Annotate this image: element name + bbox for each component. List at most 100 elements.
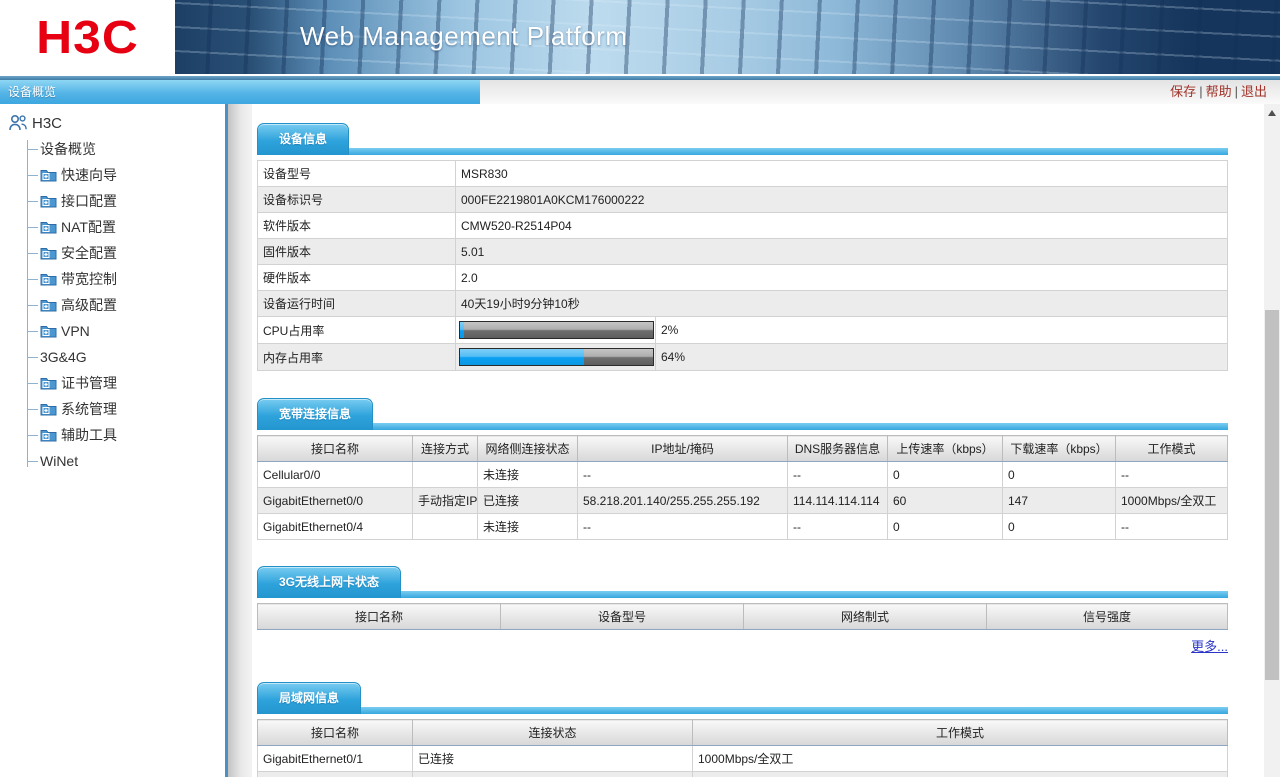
- sidebar-item-label: 接口配置: [61, 193, 117, 209]
- cell: --: [577, 513, 788, 540]
- tab-device-info: 设备信息: [257, 123, 350, 155]
- column-header: IP地址/掩码: [577, 435, 788, 462]
- cell: 114.114.114.114: [787, 487, 888, 514]
- folder-plus-icon: [40, 299, 57, 311]
- field-label: 设备型号: [257, 160, 456, 187]
- column-header: 网络制式: [743, 603, 987, 630]
- more-link[interactable]: 更多...: [1191, 639, 1228, 654]
- link-separator: |: [1199, 84, 1203, 99]
- field-label: 内存占用率: [257, 343, 456, 371]
- tree-connector: [27, 174, 38, 176]
- tab-underline-bar: [257, 423, 1228, 430]
- field-value: MSR830: [455, 160, 1228, 187]
- sidebar-item-label: 证书管理: [61, 375, 117, 391]
- sidebar-item-label: 快速向导: [61, 167, 117, 183]
- cpu-percent: 2%: [655, 316, 1228, 344]
- table-row: GigabitEthernet0/4 未连接 -- -- 0 0 --: [257, 513, 1228, 540]
- column-header: 工作模式: [692, 719, 1228, 746]
- field-value: CMW520-R2514P04: [455, 212, 1228, 239]
- sidebar-item-label: WiNet: [40, 453, 79, 469]
- folder-plus-icon: [40, 377, 57, 389]
- section-head: 局域网信息: [257, 681, 1228, 714]
- tree-connector: [27, 226, 38, 228]
- sidebar-item-3g4g[interactable]: 3G&4G: [0, 344, 225, 370]
- cell: 0: [1002, 513, 1116, 540]
- logo-area: H3C: [0, 0, 175, 74]
- logout-link[interactable]: 退出: [1241, 84, 1267, 99]
- sidebar-item-label: VPN: [61, 323, 90, 339]
- field-label: CPU占用率: [257, 316, 456, 344]
- scrollbar-thumb[interactable]: [1265, 310, 1279, 680]
- column-header: 接口名称: [257, 719, 413, 746]
- field-label: 设备运行时间: [257, 290, 456, 317]
- sidebar-item-label: 带宽控制: [61, 271, 117, 287]
- column-header: 连接方式: [412, 435, 478, 462]
- sidebar-item-label: 3G&4G: [40, 349, 87, 365]
- help-link[interactable]: 帮助: [1206, 84, 1232, 99]
- column-header: 信号强度: [986, 603, 1228, 630]
- sidebar-item-label: 系统管理: [61, 401, 117, 417]
- cell: 0: [1002, 461, 1116, 488]
- sidebar-nav: H3C 设备概览 快速向导 接口配置 NAT配置 安全配置 带宽控制 高级配置 …: [0, 104, 225, 777]
- table-row: 软件版本 CMW520-R2514P04: [257, 212, 1228, 239]
- tree-connector: [27, 278, 38, 280]
- tab-3g-status: 3G无线上网卡状态: [257, 566, 402, 598]
- column-header: 上传速率（kbps）: [887, 435, 1003, 462]
- memory-bar-cell: [455, 343, 656, 371]
- field-label: 软件版本: [257, 212, 456, 239]
- tree-connector: [27, 148, 38, 150]
- memory-progress-fill: [460, 349, 584, 365]
- table-row: 设备运行时间 40天19小时9分钟10秒: [257, 290, 1228, 317]
- main-content: 设备信息 设备型号 MSR830 设备标识号 000FE2219801A0KCM…: [252, 104, 1264, 777]
- lan-table: 接口名称 连接状态 工作模式 GigabitEthernet0/1 已连接 10…: [257, 719, 1228, 777]
- save-link[interactable]: 保存: [1170, 84, 1196, 99]
- sidebar-item-security-config[interactable]: 安全配置: [0, 240, 225, 266]
- field-label: 设备标识号: [257, 186, 456, 213]
- sidebar-item-quick-wizard[interactable]: 快速向导: [0, 162, 225, 188]
- sidebar-item-advanced-config[interactable]: 高级配置: [0, 292, 225, 318]
- sidebar-item-nat-config[interactable]: NAT配置: [0, 214, 225, 240]
- page-title: Web Management Platform: [300, 21, 628, 51]
- section-head: 设备信息: [257, 122, 1228, 155]
- table-row-memory: 内存占用率 64%: [257, 343, 1228, 371]
- sidebar-item-interface-config[interactable]: 接口配置: [0, 188, 225, 214]
- cell: GigabitEthernet0/1: [257, 745, 413, 772]
- field-value: 5.01: [455, 238, 1228, 265]
- sidebar-item-aux-tools[interactable]: 辅助工具: [0, 422, 225, 448]
- field-label: 固件版本: [257, 238, 456, 265]
- folder-plus-icon: [40, 195, 57, 207]
- table-header-row: 接口名称 连接方式 网络侧连接状态 IP地址/掩码 DNS服务器信息 上传速率（…: [257, 435, 1228, 462]
- tree-connector: [27, 304, 38, 306]
- table-header-row: 接口名称 设备型号 网络制式 信号强度: [257, 603, 1228, 630]
- cell: 已连接: [477, 487, 578, 514]
- sidebar-root-h3c[interactable]: H3C: [0, 110, 225, 136]
- folder-plus-icon: [40, 429, 57, 441]
- content-scrollbar[interactable]: [1264, 104, 1280, 777]
- table-row: 固件版本 5.01: [257, 238, 1228, 265]
- triangle-up-icon: [1268, 109, 1276, 116]
- sidebar-item-label: 辅助工具: [61, 427, 117, 443]
- more-row: 更多...: [257, 636, 1228, 655]
- section-lan: 局域网信息 接口名称 连接状态 工作模式 GigabitEthernet0/1 …: [257, 681, 1228, 777]
- scroll-up-arrow[interactable]: [1264, 104, 1280, 121]
- sidebar-item-bandwidth-control[interactable]: 带宽控制: [0, 266, 225, 292]
- tree-connector: [27, 408, 38, 410]
- cell: --: [577, 461, 788, 488]
- sidebar-item-system-mgmt[interactable]: 系统管理: [0, 396, 225, 422]
- nav-tree: H3C 设备概览 快速向导 接口配置 NAT配置 安全配置 带宽控制 高级配置 …: [0, 110, 225, 474]
- tree-connector: [27, 382, 38, 384]
- tree-connector: [27, 356, 38, 358]
- breadcrumb: 设备概览: [0, 80, 480, 104]
- sidebar-item-winet[interactable]: WiNet: [0, 448, 225, 474]
- sidebar-item-certificate-mgmt[interactable]: 证书管理: [0, 370, 225, 396]
- cell: 0: [887, 461, 1003, 488]
- cpu-progress-fill: [460, 322, 464, 338]
- link-separator: |: [1234, 84, 1238, 99]
- folder-plus-icon: [40, 273, 57, 285]
- memory-progress-bar: [459, 348, 654, 366]
- session-links: 保存 | 帮助 | 退出: [480, 80, 1280, 104]
- sidebar-item-vpn[interactable]: VPN: [0, 318, 225, 344]
- sidebar-root-label: H3C: [32, 114, 63, 132]
- table-row: GigabitEthernet0/2 已连接 1000Mbps/全双工: [257, 771, 1228, 777]
- sidebar-item-device-overview[interactable]: 设备概览: [0, 136, 225, 162]
